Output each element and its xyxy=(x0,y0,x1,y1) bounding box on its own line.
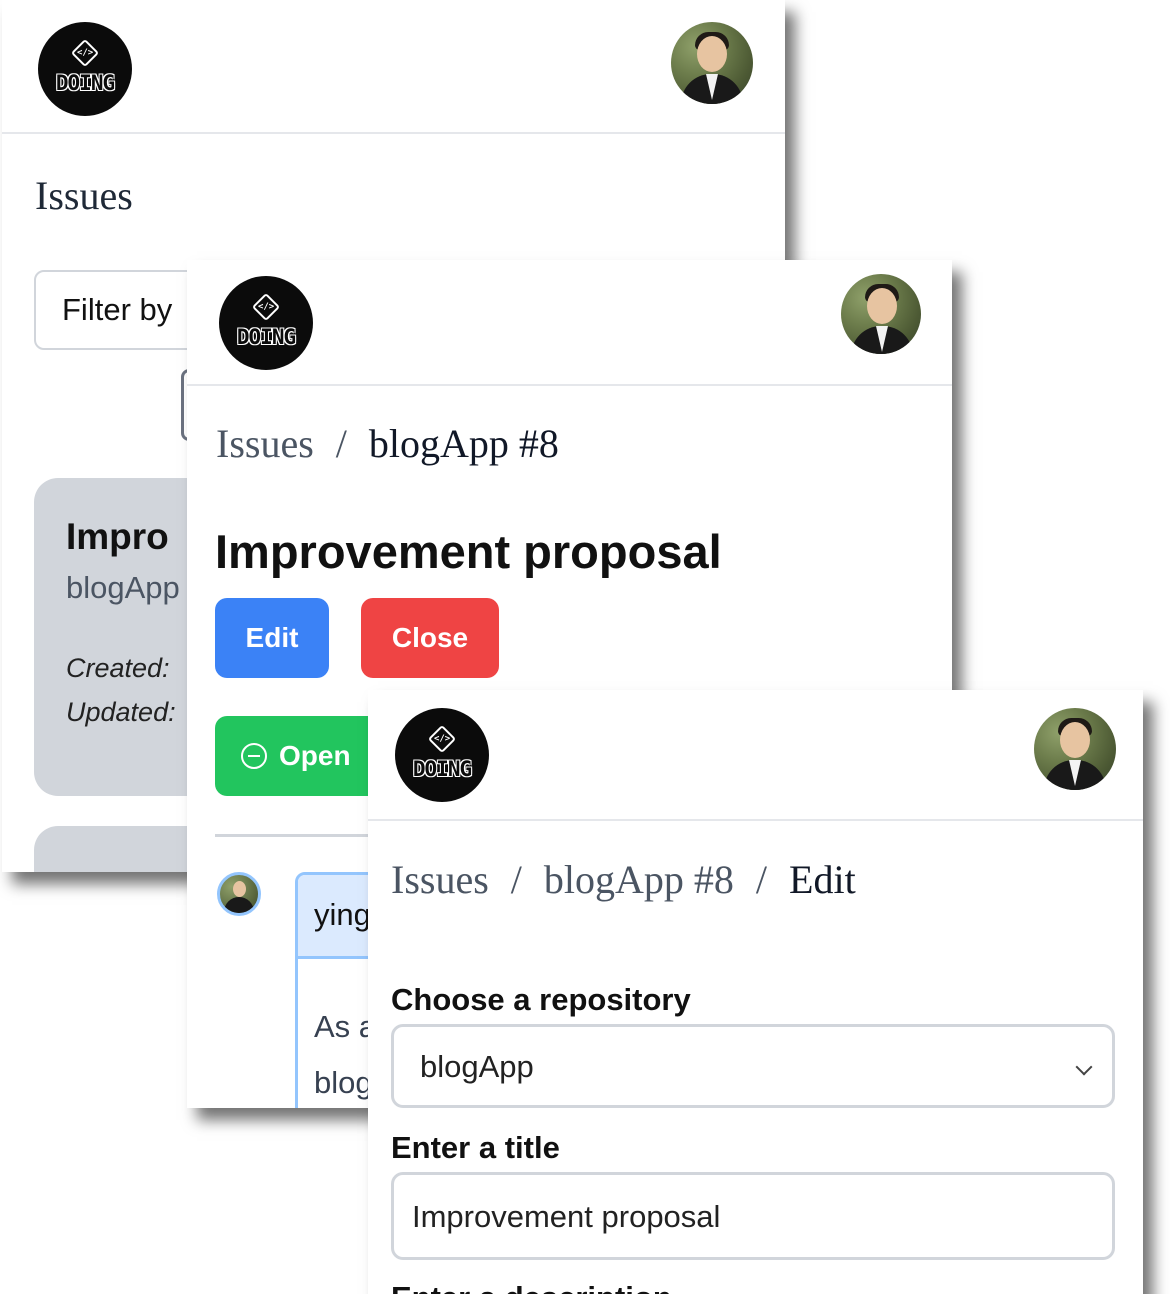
breadcrumb-current: Edit xyxy=(789,857,856,902)
breadcrumb-issues[interactable]: Issues xyxy=(216,421,314,466)
issue-title: Improvement proposal xyxy=(215,525,722,578)
edit-issue-screen: </> DOING Issues / blogApp #8/Edit Choose … xyxy=(368,690,1143,1294)
open-status-icon xyxy=(241,743,267,769)
doing-logo[interactable]: </> DOING xyxy=(395,708,489,802)
repository-value: blogApp xyxy=(420,1049,534,1084)
chevron-down-icon xyxy=(1075,1058,1093,1076)
logo-text: DOING xyxy=(412,757,472,781)
app-header: </> DOING xyxy=(2,0,785,134)
avatar[interactable] xyxy=(1034,708,1116,790)
breadcrumb: Issues / blogApp #8/Edit xyxy=(391,857,856,902)
code-icon: </> xyxy=(70,38,100,68)
repository-label: Choose a repository xyxy=(391,982,691,1017)
logo-text: DOING xyxy=(55,71,115,95)
code-icon: </> xyxy=(251,292,281,322)
app-header: </> DOING xyxy=(368,690,1143,821)
app-header: </> DOING xyxy=(187,260,952,386)
avatar[interactable] xyxy=(671,22,753,104)
code-icon: </> xyxy=(427,724,457,754)
description-label: Enter a description xyxy=(391,1280,672,1294)
breadcrumb-issues[interactable]: Issues xyxy=(391,857,489,902)
close-button[interactable]: Close xyxy=(361,598,499,678)
edit-button[interactable]: Edit xyxy=(215,598,329,678)
avatar[interactable] xyxy=(841,274,921,354)
title-input[interactable]: Improvement proposal xyxy=(391,1172,1115,1260)
comment-avatar xyxy=(217,872,261,916)
breadcrumb-current: blogApp #8 xyxy=(368,421,559,466)
page-title: Issues xyxy=(35,173,133,218)
status-label: Open xyxy=(279,740,351,771)
title-label: Enter a title xyxy=(391,1130,560,1165)
breadcrumb-issue[interactable]: blogApp #8 xyxy=(544,857,734,902)
repository-select[interactable]: blogApp xyxy=(391,1024,1115,1108)
logo-text: DOING xyxy=(236,325,296,349)
doing-logo[interactable]: </> DOING xyxy=(219,276,313,370)
breadcrumb: Issues / blogApp #8 xyxy=(216,421,559,466)
doing-logo[interactable]: </> DOING xyxy=(38,22,132,116)
